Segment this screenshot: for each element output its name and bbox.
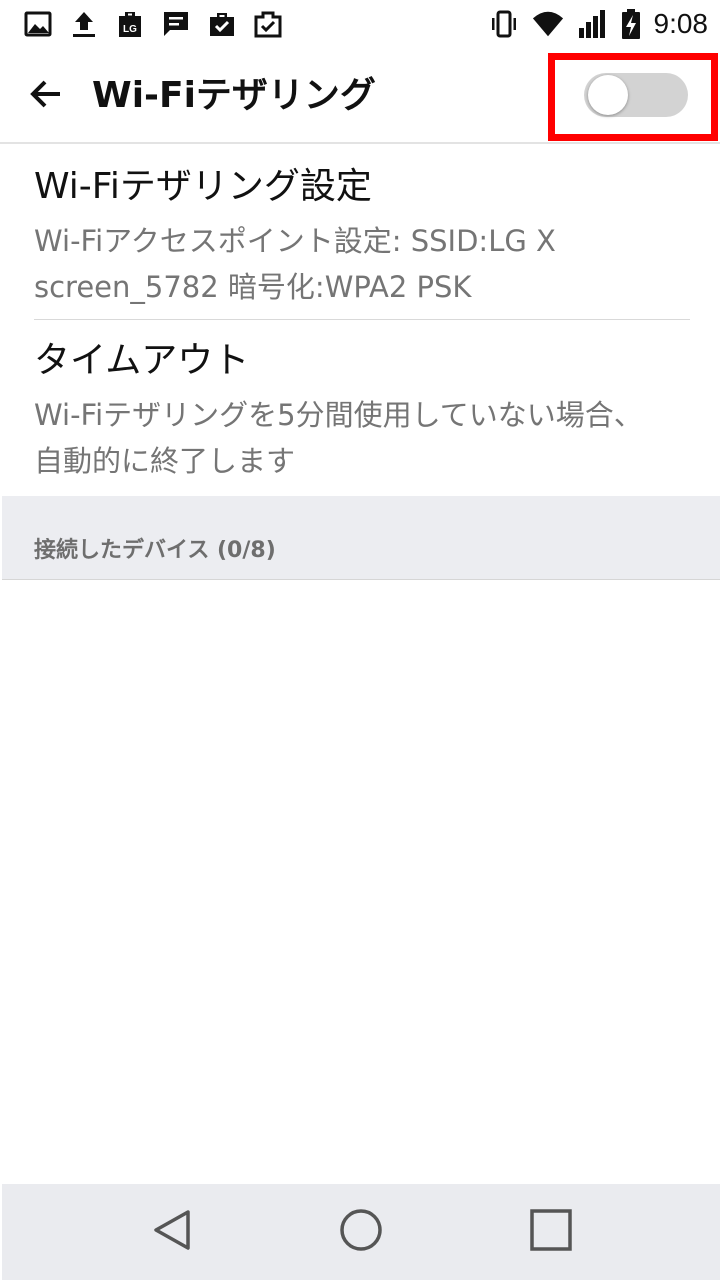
page-title: Wi-Fiテザリング: [92, 75, 376, 116]
arrow-left-icon: [26, 74, 66, 118]
wifi-tethering-settings-summary: Wi-Fiアクセスポイント設定: SSID:LG X screen_5782 暗…: [34, 224, 556, 304]
wifi-tethering-toggle[interactable]: [584, 71, 688, 119]
notification-icons: LG: [22, 6, 284, 42]
message-icon: [160, 8, 192, 40]
connected-devices-label: 接続したデバイス (0/8): [34, 538, 276, 563]
status-clock: 9:08: [653, 8, 709, 39]
status-bar: LG 9:08: [0, 0, 720, 48]
lg-badge-text: LG: [123, 24, 137, 35]
wifi-tethering-settings-title: Wi-Fiテザリング設定: [34, 166, 372, 207]
nav-home-icon: [337, 1206, 385, 1258]
wifi-tethering-settings-item[interactable]: Wi-Fiテザリング設定 Wi-Fiアクセスポイント設定: SSID:LG X …: [0, 146, 720, 320]
lg-icon: LG: [114, 8, 146, 40]
toggle-thumb: [588, 75, 628, 115]
timeout-summary: Wi-Fiテザリングを5分間使用していない場合、自動的に終了します: [34, 398, 643, 478]
timeout-item[interactable]: タイムアウト Wi-Fiテザリングを5分間使用していない場合、自動的に終了します: [0, 320, 720, 496]
vibrate-icon: [488, 8, 520, 40]
connected-devices-list: [0, 580, 720, 1184]
navigation-bar: [2, 1184, 720, 1280]
briefcase-check-icon: [206, 8, 238, 40]
nav-back-button[interactable]: [142, 1204, 202, 1260]
nav-recents-icon: [527, 1206, 575, 1258]
clipboard-check-icon: [252, 8, 284, 40]
nav-home-button[interactable]: [331, 1204, 391, 1260]
nav-recents-button[interactable]: [521, 1204, 581, 1260]
wifi-icon: [532, 8, 564, 40]
battery-charging-icon: [620, 8, 642, 40]
nav-back-icon: [150, 1206, 194, 1258]
upload-icon: [68, 8, 100, 40]
connected-devices-header: 接続したデバイス (0/8): [2, 496, 720, 580]
timeout-title: タイムアウト: [34, 340, 250, 381]
back-button[interactable]: [18, 70, 74, 122]
app-bar: Wi-Fiテザリング: [0, 48, 720, 144]
image-icon: [22, 8, 54, 40]
system-icons: 9:08: [488, 6, 709, 42]
signal-icon: [576, 8, 608, 40]
